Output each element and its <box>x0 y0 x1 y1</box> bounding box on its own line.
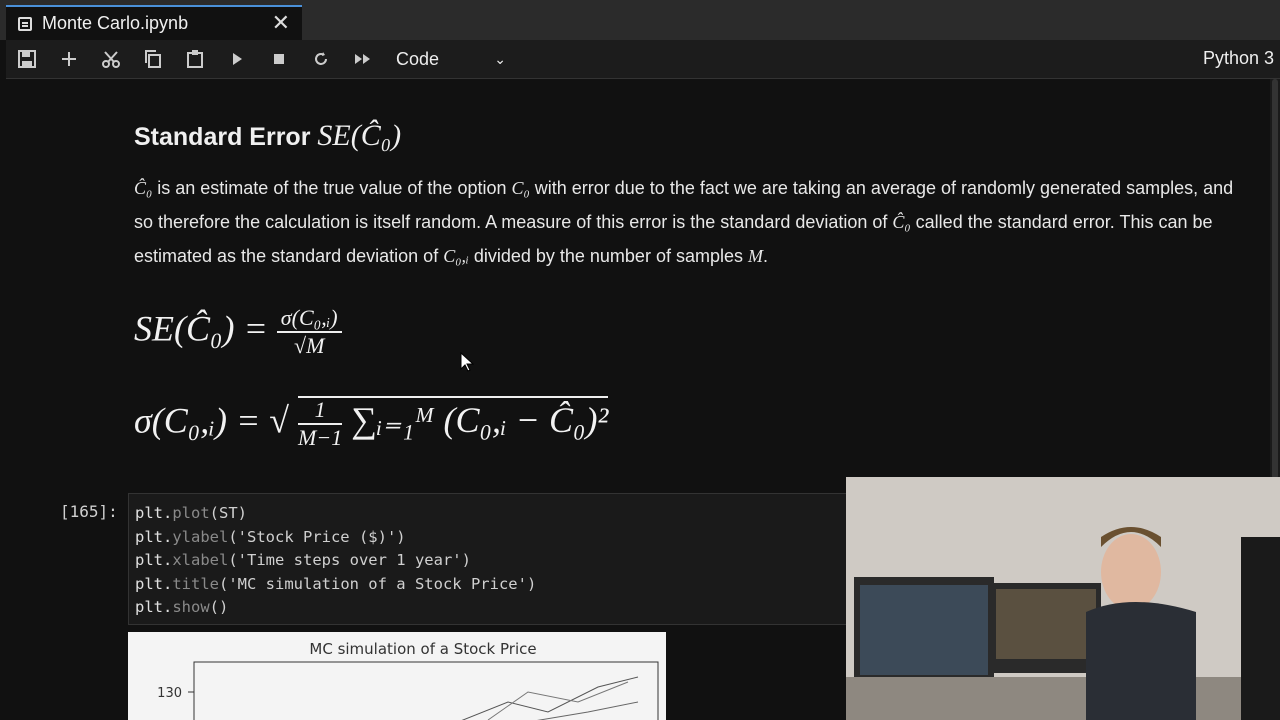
paste-icon[interactable] <box>174 40 216 78</box>
text-span: . <box>762 246 768 266</box>
save-icon[interactable] <box>6 40 48 78</box>
close-icon[interactable]: ✕ <box>272 11 290 36</box>
code-object: plt. <box>135 598 173 616</box>
notebook-toolbar: Code ⌄ Python 3 <box>6 40 1280 79</box>
mouse-cursor-icon <box>460 352 474 372</box>
math-m: M <box>747 246 763 266</box>
eq1-denominator: √M <box>294 333 325 358</box>
code-line: plt.ylabel('Stock Price ($)') <box>135 526 841 550</box>
code-args: ('Time steps over 1 year') <box>228 551 471 569</box>
code-line: plt.title('MC simulation of a Stock Pric… <box>135 573 841 597</box>
add-cell-icon[interactable] <box>48 40 90 78</box>
eq2-lhs: σ(C₀,ᵢ) = √ <box>134 400 290 441</box>
code-object: plt. <box>135 551 173 569</box>
section-heading: Standard Error SE(Ĉ₀) <box>134 119 1244 153</box>
eq2-numerator: 1 <box>298 397 343 425</box>
tab-title: Monte Carlo.ipynb <box>42 13 189 33</box>
code-function: plot <box>172 504 210 522</box>
notebook-tab[interactable]: Monte Carlo.ipynb ✕ <box>6 5 302 40</box>
code-args: ('Stock Price ($)') <box>228 527 406 546</box>
restart-icon[interactable] <box>300 40 342 78</box>
math-c0-hat: Ĉ₀ <box>892 212 911 232</box>
tab-bar: Monte Carlo.ipynb ✕ <box>0 0 1280 40</box>
plot-output: MC simulation of a Stock Price 130 <box>128 632 666 720</box>
fast-forward-icon[interactable] <box>342 40 384 78</box>
notebook-icon <box>18 16 32 31</box>
eq2-radicand: 1 M−1 ∑ᵢ₌₁ᴹ (C₀,ᵢ − Ĉ₀)² <box>298 396 609 450</box>
chart-canvas: 130 <box>157 661 659 720</box>
markdown-paragraph: Ĉ₀ is an estimate of the true value of t… <box>134 171 1244 273</box>
code-line: plt.plot(ST) <box>135 502 841 526</box>
equation-std-dev: σ(C₀,ᵢ) = √ 1 M−1 ∑ᵢ₌₁ᴹ (C₀,ᵢ − Ĉ₀)² <box>134 396 609 451</box>
eq2-sum: ∑ᵢ₌₁ᴹ (C₀,ᵢ − Ĉ₀)² <box>351 400 609 441</box>
math-c0: C₀ <box>511 178 530 198</box>
code-function: xlabel <box>172 551 229 569</box>
markdown-cell[interactable]: Standard Error SE(Ĉ₀) Ĉ₀ is an estimate … <box>134 119 1244 273</box>
heading-math: SE(Ĉ₀) <box>317 119 402 152</box>
plot-axes-frame <box>193 661 659 720</box>
run-icon[interactable] <box>216 40 258 78</box>
simulation-path <box>461 676 639 720</box>
code-line: plt.xlabel('Time steps over 1 year') <box>135 549 841 573</box>
code-object: plt. <box>135 504 173 522</box>
code-args: (ST) <box>209 504 247 522</box>
stop-icon[interactable] <box>258 40 300 78</box>
math-c0-hat: Ĉ₀ <box>134 178 153 198</box>
kernel-name[interactable]: Python 3 <box>1203 48 1274 69</box>
code-function: show <box>172 598 210 616</box>
cell-type-select[interactable]: Code ⌄ <box>396 49 506 70</box>
cut-icon[interactable] <box>90 40 132 78</box>
math-c0i: C₀,ᵢ <box>443 246 469 266</box>
eq2-fraction: 1 M−1 <box>298 397 343 451</box>
code-object: plt. <box>135 527 173 546</box>
copy-icon[interactable] <box>132 40 174 78</box>
code-args: ('MC simulation of a Stock Price') <box>219 574 537 593</box>
webcam-overlay <box>846 477 1280 720</box>
text-span: divided by the number of samples <box>468 246 748 266</box>
chevron-down-icon: ⌄ <box>494 50 506 67</box>
cell-prompt: [165]: <box>60 502 118 521</box>
eq1-numerator: σ(C₀,ᵢ) <box>276 305 342 333</box>
code-cell-editor[interactable]: plt.plot(ST) plt.ylabel('Stock Price ($)'… <box>128 493 848 625</box>
simulation-path <box>487 681 629 720</box>
code-function: ylabel <box>172 527 229 546</box>
eq1-fraction: σ(C₀,ᵢ) √M <box>276 305 342 359</box>
cell-type-label: Code <box>396 48 440 69</box>
code-object: plt. <box>135 574 173 593</box>
scroll-thumb[interactable] <box>1272 79 1278 479</box>
code-line: plt.show() <box>135 596 841 620</box>
code-function: title <box>172 574 219 593</box>
webcam-scene <box>846 477 1280 720</box>
code-args: () <box>209 598 229 616</box>
equation-standard-error: SE(Ĉ₀) = σ(C₀,ᵢ) √M <box>134 305 342 359</box>
eq2-denominator: M−1 <box>298 425 343 450</box>
text-span: is an estimate of the true value of the … <box>152 178 512 198</box>
y-tick-label: 130 <box>157 686 182 701</box>
heading-text: Standard Error <box>134 123 311 151</box>
eq1-lhs: SE(Ĉ₀) = <box>134 308 268 349</box>
